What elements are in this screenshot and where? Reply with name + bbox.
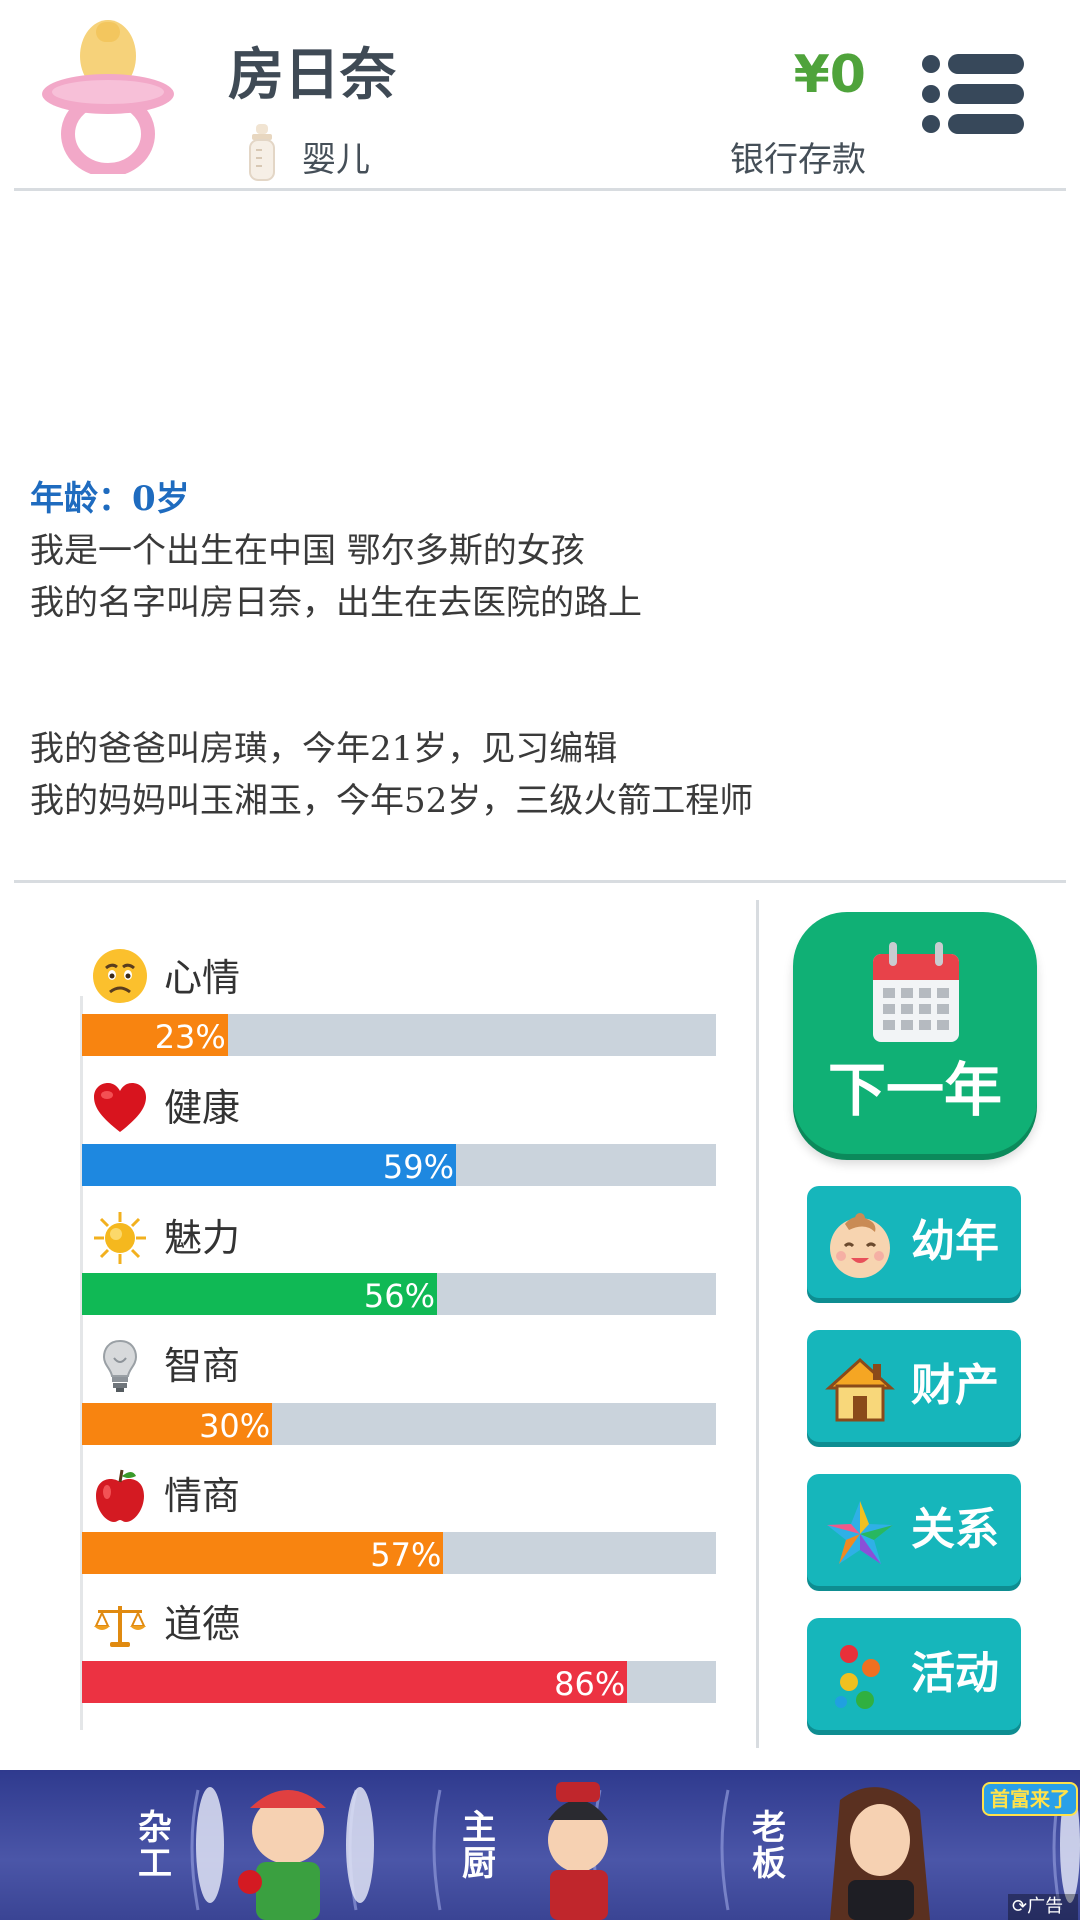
stat-label-morality: 道德 (164, 1602, 241, 1646)
story-line: 我的名字叫房日奈，出生在去医院的路上 (30, 583, 642, 623)
life-stage-label: 婴儿 (302, 140, 370, 180)
job-label: 主厨 (462, 1808, 496, 1884)
stat-percent: 86% (554, 1665, 626, 1703)
worker-character (238, 1790, 326, 1920)
character-name: 房日奈 (228, 43, 396, 108)
baby-bottle-icon (249, 124, 275, 181)
next-year-button[interactable]: 下一年 (793, 912, 1037, 1154)
heart-icon (94, 1083, 146, 1132)
activities-label: 活动 (911, 1648, 999, 1699)
stat-percent: 57% (370, 1536, 442, 1574)
ad-tag-label: 广告 (1027, 1896, 1064, 1917)
stat-bar-morality: 86% (82, 1661, 716, 1703)
stat-bar-health: 59% (82, 1144, 716, 1186)
calendar-icon (873, 942, 959, 1042)
boss-character (830, 1787, 930, 1920)
bank-savings-label: 银行存款 (730, 140, 866, 180)
stat-label-health: 健康 (164, 1086, 241, 1130)
baby-face-icon (830, 1213, 890, 1278)
story-divider (14, 880, 1066, 883)
stat-label-mood: 心情 (164, 956, 241, 1000)
stat-label-iq: 智商 (164, 1344, 241, 1388)
money-value: ¥0 (793, 45, 866, 105)
sun-icon (94, 1212, 146, 1264)
stat-percent: 59% (382, 1148, 455, 1186)
stat-percent: 23% (154, 1018, 226, 1056)
stat-fill: 30% (82, 1403, 273, 1445)
stat-bar-charm: 56% (82, 1273, 716, 1315)
stat-fill: 57% (82, 1532, 444, 1574)
assets-button[interactable]: 财产 (807, 1330, 1021, 1442)
ad-badge: 首富来了 (982, 1782, 1078, 1816)
star-icon (827, 1501, 893, 1564)
scales-icon (94, 1606, 146, 1647)
ad-tag[interactable]: ⟳广告 (1008, 1894, 1078, 1920)
childhood-label: 幼年 (911, 1216, 999, 1267)
stat-fill: 23% (82, 1014, 228, 1056)
stat-fill: 56% (82, 1273, 438, 1315)
refresh-icon: ⟳ (1012, 1896, 1028, 1917)
next-year-label: 下一年 (827, 1056, 1002, 1124)
pacifier-icon (42, 20, 174, 174)
ad-banner[interactable]: 杂工 主厨 老板 首富来了 ⟳广告 (0, 1770, 1080, 1920)
stat-bar-eq: 57% (82, 1532, 716, 1574)
panel-divider (756, 900, 759, 1748)
stat-fill: 86% (82, 1661, 628, 1703)
activities-button[interactable]: 活动 (807, 1618, 1021, 1730)
age-line: 年龄：0岁 (30, 479, 190, 519)
house-icon (825, 1357, 895, 1422)
childhood-button[interactable]: 幼年 (807, 1186, 1021, 1298)
stat-bar-iq: 30% (82, 1403, 716, 1445)
job-label: 老板 (752, 1808, 786, 1884)
activity-icon (835, 1645, 880, 1709)
story-line: 我的妈妈叫玉湘玉，今年52岁，三级火箭工程师 (30, 781, 754, 821)
header-divider (14, 188, 1066, 191)
stat-percent: 56% (363, 1277, 436, 1315)
sad-face-icon (93, 949, 147, 1003)
stats-axis-line (80, 996, 83, 1730)
stat-label-eq: 情商 (164, 1474, 241, 1518)
header: 房日奈 婴儿 ¥0 银行存款 (0, 0, 1080, 192)
relations-button[interactable]: 关系 (807, 1474, 1021, 1586)
apple-icon (96, 1469, 144, 1522)
relations-label: 关系 (911, 1504, 999, 1555)
story-line: 我的爸爸叫房璜，今年21岁，见习编辑 (30, 729, 618, 769)
assets-label: 财产 (911, 1360, 999, 1411)
stat-percent: 30% (199, 1407, 271, 1445)
story-line: 我是一个出生在中国 鄂尔多斯的女孩 (30, 531, 585, 571)
job-label: 杂工 (138, 1808, 172, 1884)
lightbulb-icon (102, 1339, 138, 1392)
stat-label-charm: 魅力 (164, 1216, 241, 1260)
stat-fill: 59% (82, 1144, 457, 1186)
menu-icon[interactable] (920, 52, 1026, 136)
stat-bar-mood: 23% (82, 1014, 716, 1056)
